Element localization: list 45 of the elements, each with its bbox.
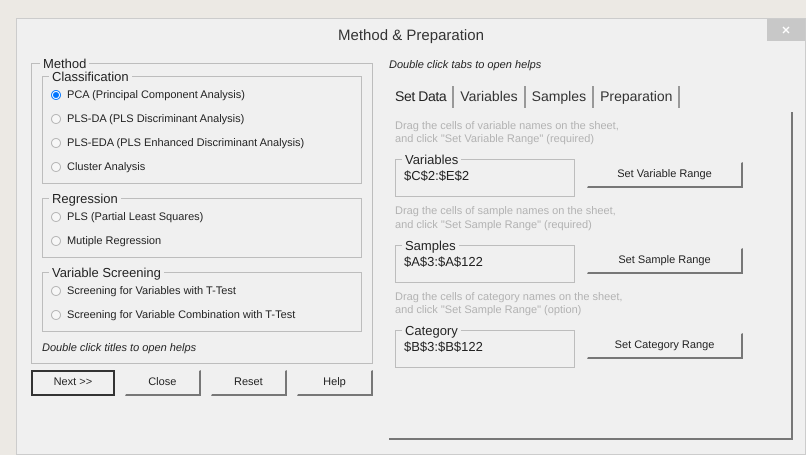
dialog-button[interactable]: Help [296,370,374,396]
tab[interactable]: Variables [454,86,526,108]
close-button[interactable] [767,19,805,41]
dialog-button[interactable]: Next >> [31,370,115,396]
set-range-button[interactable]: Set Sample Range [587,248,743,274]
tab[interactable]: Preparation [594,86,680,108]
option-label[interactable]: PLS-DA (PLS Discriminant Analysis) [67,110,244,128]
radio-button[interactable] [51,90,61,100]
radio-button[interactable] [51,138,61,148]
option-label[interactable]: Screening for Variables with T-Test [67,282,236,300]
group-title[interactable]: Regression [49,192,121,205]
radio-button[interactable] [51,236,61,246]
radio-button[interactable] [51,286,61,296]
dialog-button[interactable]: Reset [210,370,287,396]
group-title[interactable]: Classification [49,70,132,83]
option-label[interactable]: PLS (Partial Least Squares) [67,208,204,226]
window-title: Method & Preparation [338,26,484,46]
option-label[interactable]: Cluster Analysis [67,158,146,176]
radio-button[interactable] [51,162,61,172]
tab[interactable]: Set Data [389,86,454,108]
range-title: Variables [404,153,460,166]
hint-text: Double click tabs to open helps [389,58,542,73]
dialog-button[interactable]: Close [124,370,201,396]
option-label[interactable]: PCA (Principal Component Analysis) [67,86,245,104]
radio-button[interactable] [51,114,61,124]
option-label[interactable]: PLS-EDA (PLS Enhanced Discriminant Analysis) [67,134,304,152]
tab[interactable]: Samples [526,86,594,108]
range-title: Samples [404,238,457,252]
set-range-button[interactable]: Set Category Range [587,333,743,359]
range-title: Category [404,324,459,337]
hint-text: Double click titles to open helps [42,341,198,356]
radio-button[interactable] [51,310,61,320]
instruction-text: Drag the cells of variable names on the sheet, and click "Set Variable Range" (required) [395,120,620,147]
range-value: $C$2:$E$2 [404,167,470,185]
group-title[interactable]: Method [40,57,90,70]
radio-button[interactable] [51,212,61,222]
option-label[interactable]: Mutiple Regression [67,232,162,250]
range-value: $A$3:$A$122 [404,253,484,270]
group-title[interactable]: Variable Screening [49,266,164,279]
instruction-text: Drag the cells of sample names on the sheet, and click "Set Sample Range" (required) [395,205,617,232]
instruction-text: Drag the cells of category names on the sheet, and click "Set Sample Range" (option) [395,290,624,318]
option-label[interactable]: Screening for Variable Combination with T-Test [67,306,296,324]
set-range-button[interactable]: Set Variable Range [587,162,743,188]
range-value: $B$3:$B$122 [404,338,484,356]
close-icon [782,26,790,34]
